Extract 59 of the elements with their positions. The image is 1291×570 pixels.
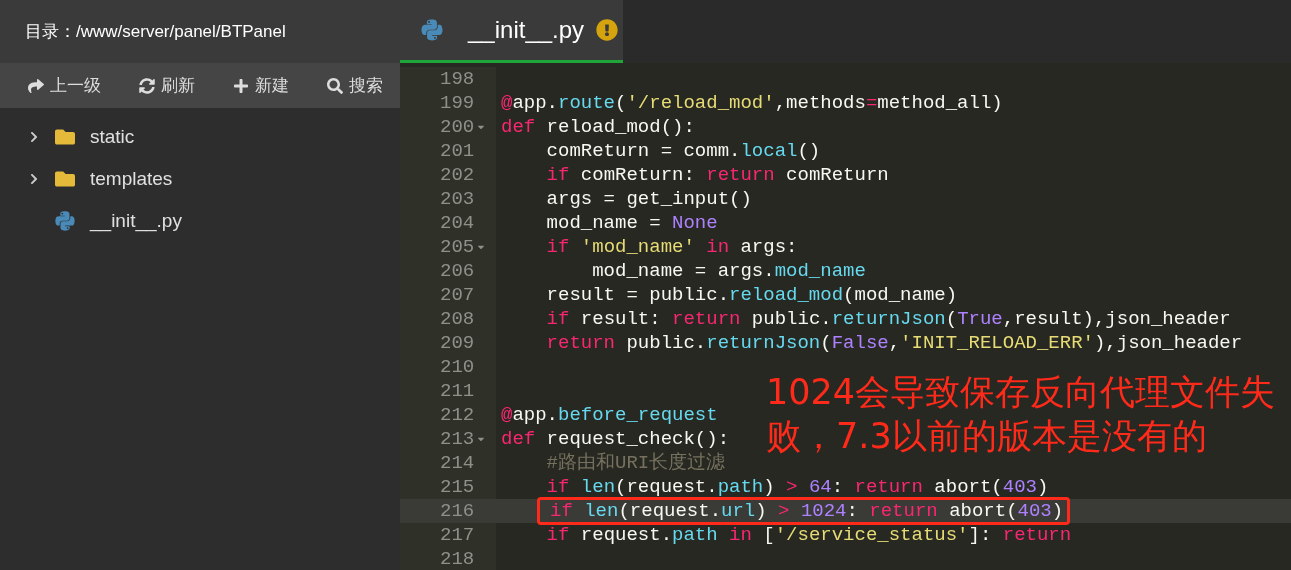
line-number: 199 [440,91,475,115]
line-number: 202 [440,163,475,187]
line-number: 212 [440,403,475,427]
code-line: if len(request.path) > 64: return abort(403) [545,475,1049,499]
toolbar-button[interactable]: 上一级 [28,72,101,99]
search-icon [327,77,343,94]
folder-icon [54,127,76,147]
line-number: 201 [440,139,475,163]
directory-path: 目录：/www/server/panel/BTPanel [25,20,286,43]
line-number: 205 [440,235,475,259]
code-line: if comReturn: return comReturn [545,163,889,187]
code-line: def request_check(): [501,427,730,451]
tab-label: __init__.py [468,15,585,45]
line-number: 207 [440,283,475,307]
code-line: if 'mod_name' in args: [545,235,798,259]
line-number: 198 [440,67,475,91]
plus-icon [233,77,249,94]
code-line: if len(request.url) > 1024: return abort(403) [550,499,1064,523]
chevron-right-icon[interactable] [28,173,40,185]
folder-icon [54,169,76,189]
line-number: 210 [440,355,475,379]
tree-item[interactable]: static [0,116,400,158]
toolbar-button[interactable]: 刷新 [139,72,195,99]
line-number: 204 [440,211,475,235]
line-number: 217 [440,523,475,547]
line-number: 203 [440,187,475,211]
code-line: return public.returnJson(False,'INIT_RELOAD_ERR'),json_header [545,331,1243,355]
file-tab[interactable]: __init__.py [400,0,623,63]
code-line: result = public.reload_mod(mod_name) [545,283,958,307]
code-line: args = get_input() [545,187,752,211]
annotation-text: 1024会导致保存反向代理文件失败，7.3以前的版本是没有的 [766,371,1277,458]
refresh-icon [139,77,155,94]
code-line: comReturn = comm.local() [545,139,821,163]
code-line: mod_name = args.mod_name [591,259,866,283]
code-line: if request.path in ['/service_status']: return [545,523,1072,547]
code-line: @app.before_request [501,403,718,427]
line-number: 214 [440,451,475,475]
code-line: mod_name = None [545,211,718,235]
line-number: 218 [440,547,475,570]
line-number: 206 [440,259,475,283]
tree-item[interactable]: templates [0,158,400,200]
chevron-right-icon[interactable] [28,131,40,143]
toolbar-button[interactable]: 新建 [233,72,289,99]
toolbar-button[interactable]: 搜索 [327,72,383,99]
python-file-icon [54,210,76,232]
line-number: 208 [440,307,475,331]
tree-item[interactable]: __init__.py [0,200,400,242]
line-number: 215 [440,475,475,499]
code-line: @app.route('/reload_mod',methods=method_all) [501,91,1003,115]
code-line: def reload_mod(): [501,115,695,139]
code-line: if result: return public.returnJson(True,result),json_header [545,307,1231,331]
line-number: 200 [440,115,475,139]
line-number: 211 [440,379,475,403]
line-number: 213 [440,427,475,451]
line-number: 216 [440,499,475,523]
python-file-icon [420,18,444,42]
share-arrow-icon [28,77,44,94]
code-line: #路由和URI长度过滤 [545,451,726,475]
line-number: 209 [440,331,475,355]
